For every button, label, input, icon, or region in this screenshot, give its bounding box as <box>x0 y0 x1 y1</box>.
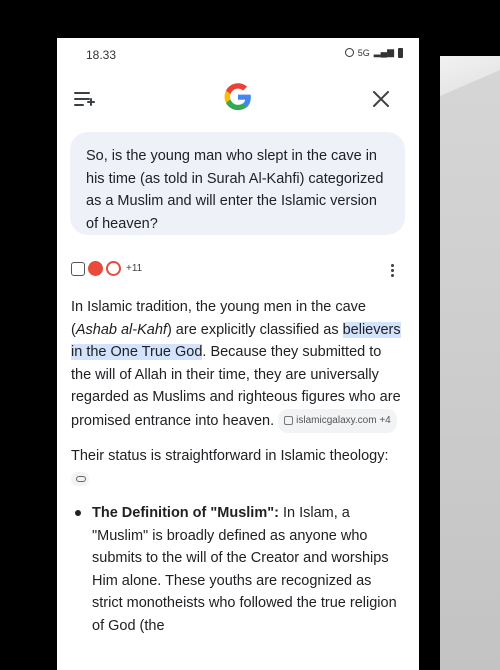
signal-icon: ▂▄▆ <box>373 47 394 57</box>
source-icon-2 <box>88 261 103 276</box>
user-query-bubble: So, is the young man who slept in the ca… <box>70 132 405 235</box>
status-time: 18.33 <box>86 48 117 62</box>
answer-body: In Islamic tradition, the young men in t… <box>71 296 401 637</box>
source-icon-1 <box>71 261 85 276</box>
link-icon[interactable] <box>71 471 89 486</box>
status-bar: 18.33 5G ▂▄▆ <box>57 38 419 68</box>
battery-icon <box>398 47 403 58</box>
close-icon[interactable] <box>370 88 392 110</box>
alarm-icon <box>344 48 354 57</box>
source-icon-3 <box>106 261 121 276</box>
network-label: 5G <box>357 47 370 58</box>
list-item: The Definition of "Muslim": In Islam, a … <box>75 502 401 637</box>
background-highlight <box>440 56 500 96</box>
italic-term: Ashab al-Kahf <box>75 321 167 338</box>
sources-row[interactable]: +11 <box>71 261 142 276</box>
background-panel <box>440 56 500 670</box>
top-bar <box>57 80 419 120</box>
system-icons: 5G ▂▄▆ <box>344 47 403 58</box>
menu-icon[interactable] <box>74 88 96 110</box>
phone-screen: 18.33 5G ▂▄▆ So, is the young man who sl… <box>57 38 419 670</box>
citation-chip[interactable]: islamicgalaxy.com +4 <box>278 408 397 433</box>
more-vert-icon[interactable] <box>391 264 395 278</box>
answer-paragraph-1: In Islamic tradition, the young men in t… <box>71 296 401 433</box>
answer-list: The Definition of "Muslim": In Islam, a … <box>71 502 401 637</box>
source-icon <box>284 416 294 426</box>
sources-more-count: +11 <box>126 263 143 274</box>
answer-paragraph-2: Their status is straightforward in Islam… <box>71 445 401 490</box>
google-logo <box>224 83 251 111</box>
